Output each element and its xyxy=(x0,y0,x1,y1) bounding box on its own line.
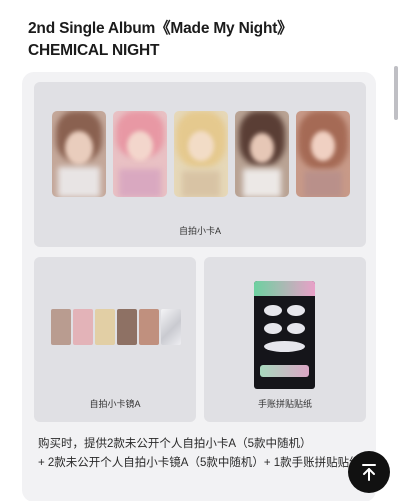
mirror-image-2 xyxy=(73,309,93,345)
sticker-lips-4 xyxy=(287,323,305,334)
mirror-image-4 xyxy=(117,309,137,345)
benefit-description-line-2: + 2款未公开个人自拍小卡镜A（5款中随机）+ 1款手账拼贴贴纸。 xyxy=(38,457,373,469)
product-title: 2nd Single Album《Made My Night》 CHEMICAL… xyxy=(28,18,368,62)
scrollbar-thumb[interactable] xyxy=(394,66,398,120)
sticker-lips-5 xyxy=(264,341,305,352)
photocard-image-2 xyxy=(113,111,167,197)
arrow-up-to-top-icon xyxy=(362,464,376,481)
photocard-mirror-a-card: 自拍小卡镜A xyxy=(34,257,196,422)
photocard-mirror-a-label: 自拍小卡镜A xyxy=(89,399,141,409)
sticker-lips-3 xyxy=(264,323,282,334)
photocard-image-1 xyxy=(52,111,106,197)
diary-sticker-label: 手账拼贴贴纸 xyxy=(257,399,312,409)
photocard-image-5 xyxy=(296,111,350,197)
photocard-image-4 xyxy=(235,111,289,197)
scroll-to-top-button[interactable] xyxy=(348,451,390,493)
mirror-image-1 xyxy=(51,309,71,345)
photocard-a-card: 自拍小卡A xyxy=(34,82,366,247)
mirror-image-5 xyxy=(139,309,159,345)
sticker-lips-1 xyxy=(264,305,282,316)
mirror-image-6 xyxy=(161,309,181,345)
photocard-image-3 xyxy=(174,111,228,197)
sticker-header-band xyxy=(254,281,315,296)
benefit-description-line-1: 购买时，提供2款未公开个人自拍小卡A（5款中随机） xyxy=(38,438,312,450)
title-line-2: CHEMICAL NIGHT xyxy=(28,42,160,59)
diary-sticker-card: 手账拼贴贴纸 xyxy=(204,257,366,422)
photocard-a-label: 自拍小卡A xyxy=(178,226,221,236)
mirror-image-3 xyxy=(95,309,115,345)
sticker-logo xyxy=(260,365,309,377)
sticker-lips-2 xyxy=(287,305,305,316)
title-line-1: 2nd Single Album《Made My Night》 xyxy=(28,20,293,37)
sticker-image xyxy=(254,281,315,389)
